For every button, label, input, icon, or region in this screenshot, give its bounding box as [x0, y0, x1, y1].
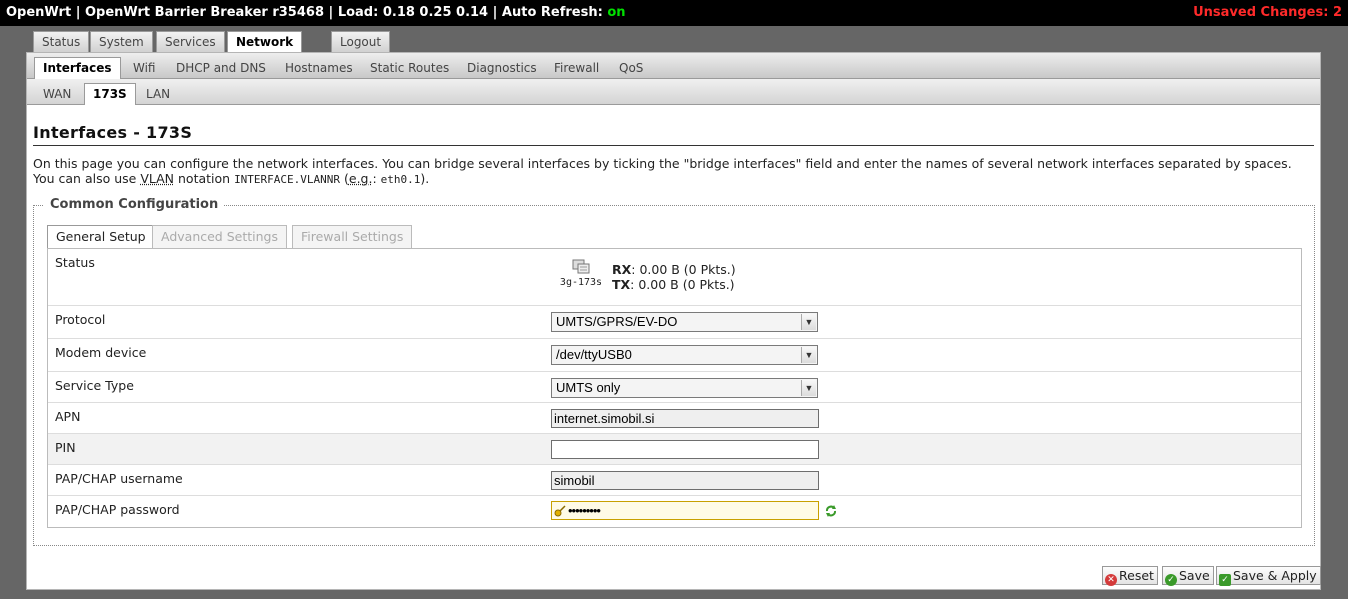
chevron-down-icon: ▼	[801, 347, 816, 363]
protocol-value: UMTS/GPRS/EV-DO	[556, 314, 678, 329]
modem-value: /dev/ttyUSB0	[556, 347, 632, 362]
tab-advanced-settings[interactable]: Advanced Settings	[152, 225, 287, 248]
desc-line1: On this page you can configure the netwo…	[33, 156, 1292, 171]
iface-tab-lan[interactable]: LAN	[138, 83, 178, 105]
rx-value: : 0.00 B (0 Pkts.)	[631, 262, 736, 277]
content-frame: Interfaces Wifi DHCP and DNS Hostnames S…	[26, 52, 1321, 590]
service-type-value: UMTS only	[556, 380, 621, 395]
separator: |	[75, 5, 81, 20]
protocol-label: Protocol	[55, 312, 106, 327]
network-device-icon	[572, 259, 590, 274]
common-configuration-fieldset: Common Configuration General Setup Advan…	[33, 197, 1315, 546]
save-apply-label: Save & Apply	[1233, 568, 1317, 583]
separator: |	[328, 5, 334, 20]
auto-refresh-label: Auto Refresh:	[501, 5, 603, 20]
subtab-interfaces[interactable]: Interfaces	[34, 57, 121, 79]
version-label: OpenWrt Barrier Breaker r35468	[84, 5, 324, 20]
desc-text: (	[340, 171, 349, 186]
iface-tab-wan[interactable]: WAN	[35, 83, 79, 105]
vlan-abbr: VLAN	[140, 171, 175, 186]
modem-device-select[interactable]: /dev/ttyUSB0 ▼	[551, 345, 818, 365]
subtab-firewall[interactable]: Firewall	[546, 57, 607, 79]
fieldset-legend: Common Configuration	[44, 197, 225, 212]
tx-label: TX	[612, 277, 631, 292]
reset-icon: ✕	[1105, 574, 1117, 586]
modem-row: Modem device /dev/ttyUSB0 ▼	[48, 339, 1301, 372]
desc-code-example: eth0.1	[380, 173, 421, 186]
protocol-select[interactable]: UMTS/GPRS/EV-DO ▼	[551, 312, 818, 332]
traffic-stats: RX: 0.00 B (0 Pkts.) TX: 0.00 B (0 Pkts.…	[612, 262, 736, 292]
service-type-label: Service Type	[55, 378, 134, 393]
tab-network[interactable]: Network	[227, 31, 303, 54]
apn-label: APN	[55, 409, 81, 424]
username-label: PAP/CHAP username	[55, 471, 183, 486]
desc-text: :	[372, 171, 381, 186]
tab-general-setup[interactable]: General Setup	[47, 225, 155, 249]
password-label: PAP/CHAP password	[55, 502, 180, 517]
password-value: •••••••••	[568, 503, 601, 518]
desc-text: ).	[420, 171, 430, 186]
page-description: On this page you can configure the netwo…	[33, 156, 1318, 187]
page-title: Interfaces - 173S	[33, 123, 1314, 146]
subtab-wifi[interactable]: Wifi	[125, 57, 164, 79]
tab-services[interactable]: Services	[156, 31, 225, 53]
subtab-hostnames[interactable]: Hostnames	[277, 57, 361, 79]
load-label: Load: 0.18 0.25 0.14	[337, 5, 489, 20]
general-setup-panel: Status 3g-173s RX: 0.00 B (0 Pkts.) TX: …	[47, 248, 1302, 528]
rx-label: RX	[612, 262, 632, 277]
desc-text: notation	[174, 171, 235, 186]
modem-label: Modem device	[55, 345, 147, 360]
subtab-dhcp-dns[interactable]: DHCP and DNS	[168, 57, 274, 79]
interface-tab-bar: WAN 173S LAN	[27, 79, 1320, 105]
chevron-down-icon: ▼	[801, 380, 816, 396]
save-apply-button[interactable]: ✓ Save & Apply	[1216, 566, 1321, 586]
tab-system[interactable]: System	[90, 31, 153, 53]
tx-value: : 0.00 B (0 Pkts.)	[630, 277, 735, 292]
iface-tab-173s[interactable]: 173S	[84, 83, 136, 105]
check-icon: ✓	[1165, 574, 1177, 586]
subtab-static-routes[interactable]: Static Routes	[362, 57, 457, 79]
device-badge: 3g-173s	[551, 259, 611, 288]
pin-label: PIN	[55, 440, 76, 455]
save-button[interactable]: ✓ Save	[1162, 566, 1214, 586]
auto-refresh-toggle[interactable]: on	[607, 5, 625, 20]
apn-input[interactable]: internet.simobil.si	[551, 409, 819, 428]
apn-row: APN internet.simobil.si	[48, 403, 1301, 434]
status-label: Status	[55, 255, 95, 270]
service-type-select[interactable]: UMTS only ▼	[551, 378, 818, 398]
subtab-qos[interactable]: QoS	[611, 57, 651, 79]
apply-icon: ✓	[1219, 574, 1231, 586]
reset-label: Reset	[1119, 568, 1154, 583]
top-header-bar: OpenWrt | OpenWrt Barrier Breaker r35468…	[0, 0, 1348, 26]
eg-abbr: e.g.	[348, 171, 373, 186]
protocol-row: Protocol UMTS/GPRS/EV-DO ▼	[48, 306, 1301, 339]
save-label: Save	[1179, 568, 1210, 583]
pin-input[interactable]	[551, 440, 819, 459]
username-row: PAP/CHAP username simobil	[48, 465, 1301, 496]
service-type-row: Service Type UMTS only ▼	[48, 372, 1301, 403]
chevron-down-icon: ▼	[801, 314, 816, 330]
tab-logout[interactable]: Logout	[331, 31, 391, 53]
submenu-bar: Interfaces Wifi DHCP and DNS Hostnames S…	[27, 53, 1320, 79]
tab-firewall-settings[interactable]: Firewall Settings	[292, 225, 413, 248]
username-input[interactable]: simobil	[551, 471, 819, 490]
desc-code-interface: INTERFACE.VLANNR	[234, 173, 341, 186]
subtab-diagnostics[interactable]: Diagnostics	[459, 57, 545, 79]
pin-row: PIN	[48, 434, 1301, 465]
status-row: Status 3g-173s RX: 0.00 B (0 Pkts.) TX: …	[48, 249, 1301, 306]
reveal-password-icon[interactable]	[824, 504, 838, 518]
reset-button[interactable]: ✕ Reset	[1102, 566, 1158, 586]
password-row: PAP/CHAP password •••••••••	[48, 496, 1301, 528]
device-name: 3g-173s	[559, 277, 603, 288]
tab-status[interactable]: Status	[33, 31, 90, 53]
key-icon	[554, 505, 566, 517]
separator: |	[492, 5, 498, 20]
password-input[interactable]: •••••••••	[551, 501, 819, 520]
desc-text: You can also use	[33, 171, 141, 186]
brand-link[interactable]: OpenWrt	[6, 5, 71, 20]
unsaved-changes-link[interactable]: Unsaved Changes: 2	[1193, 0, 1342, 26]
